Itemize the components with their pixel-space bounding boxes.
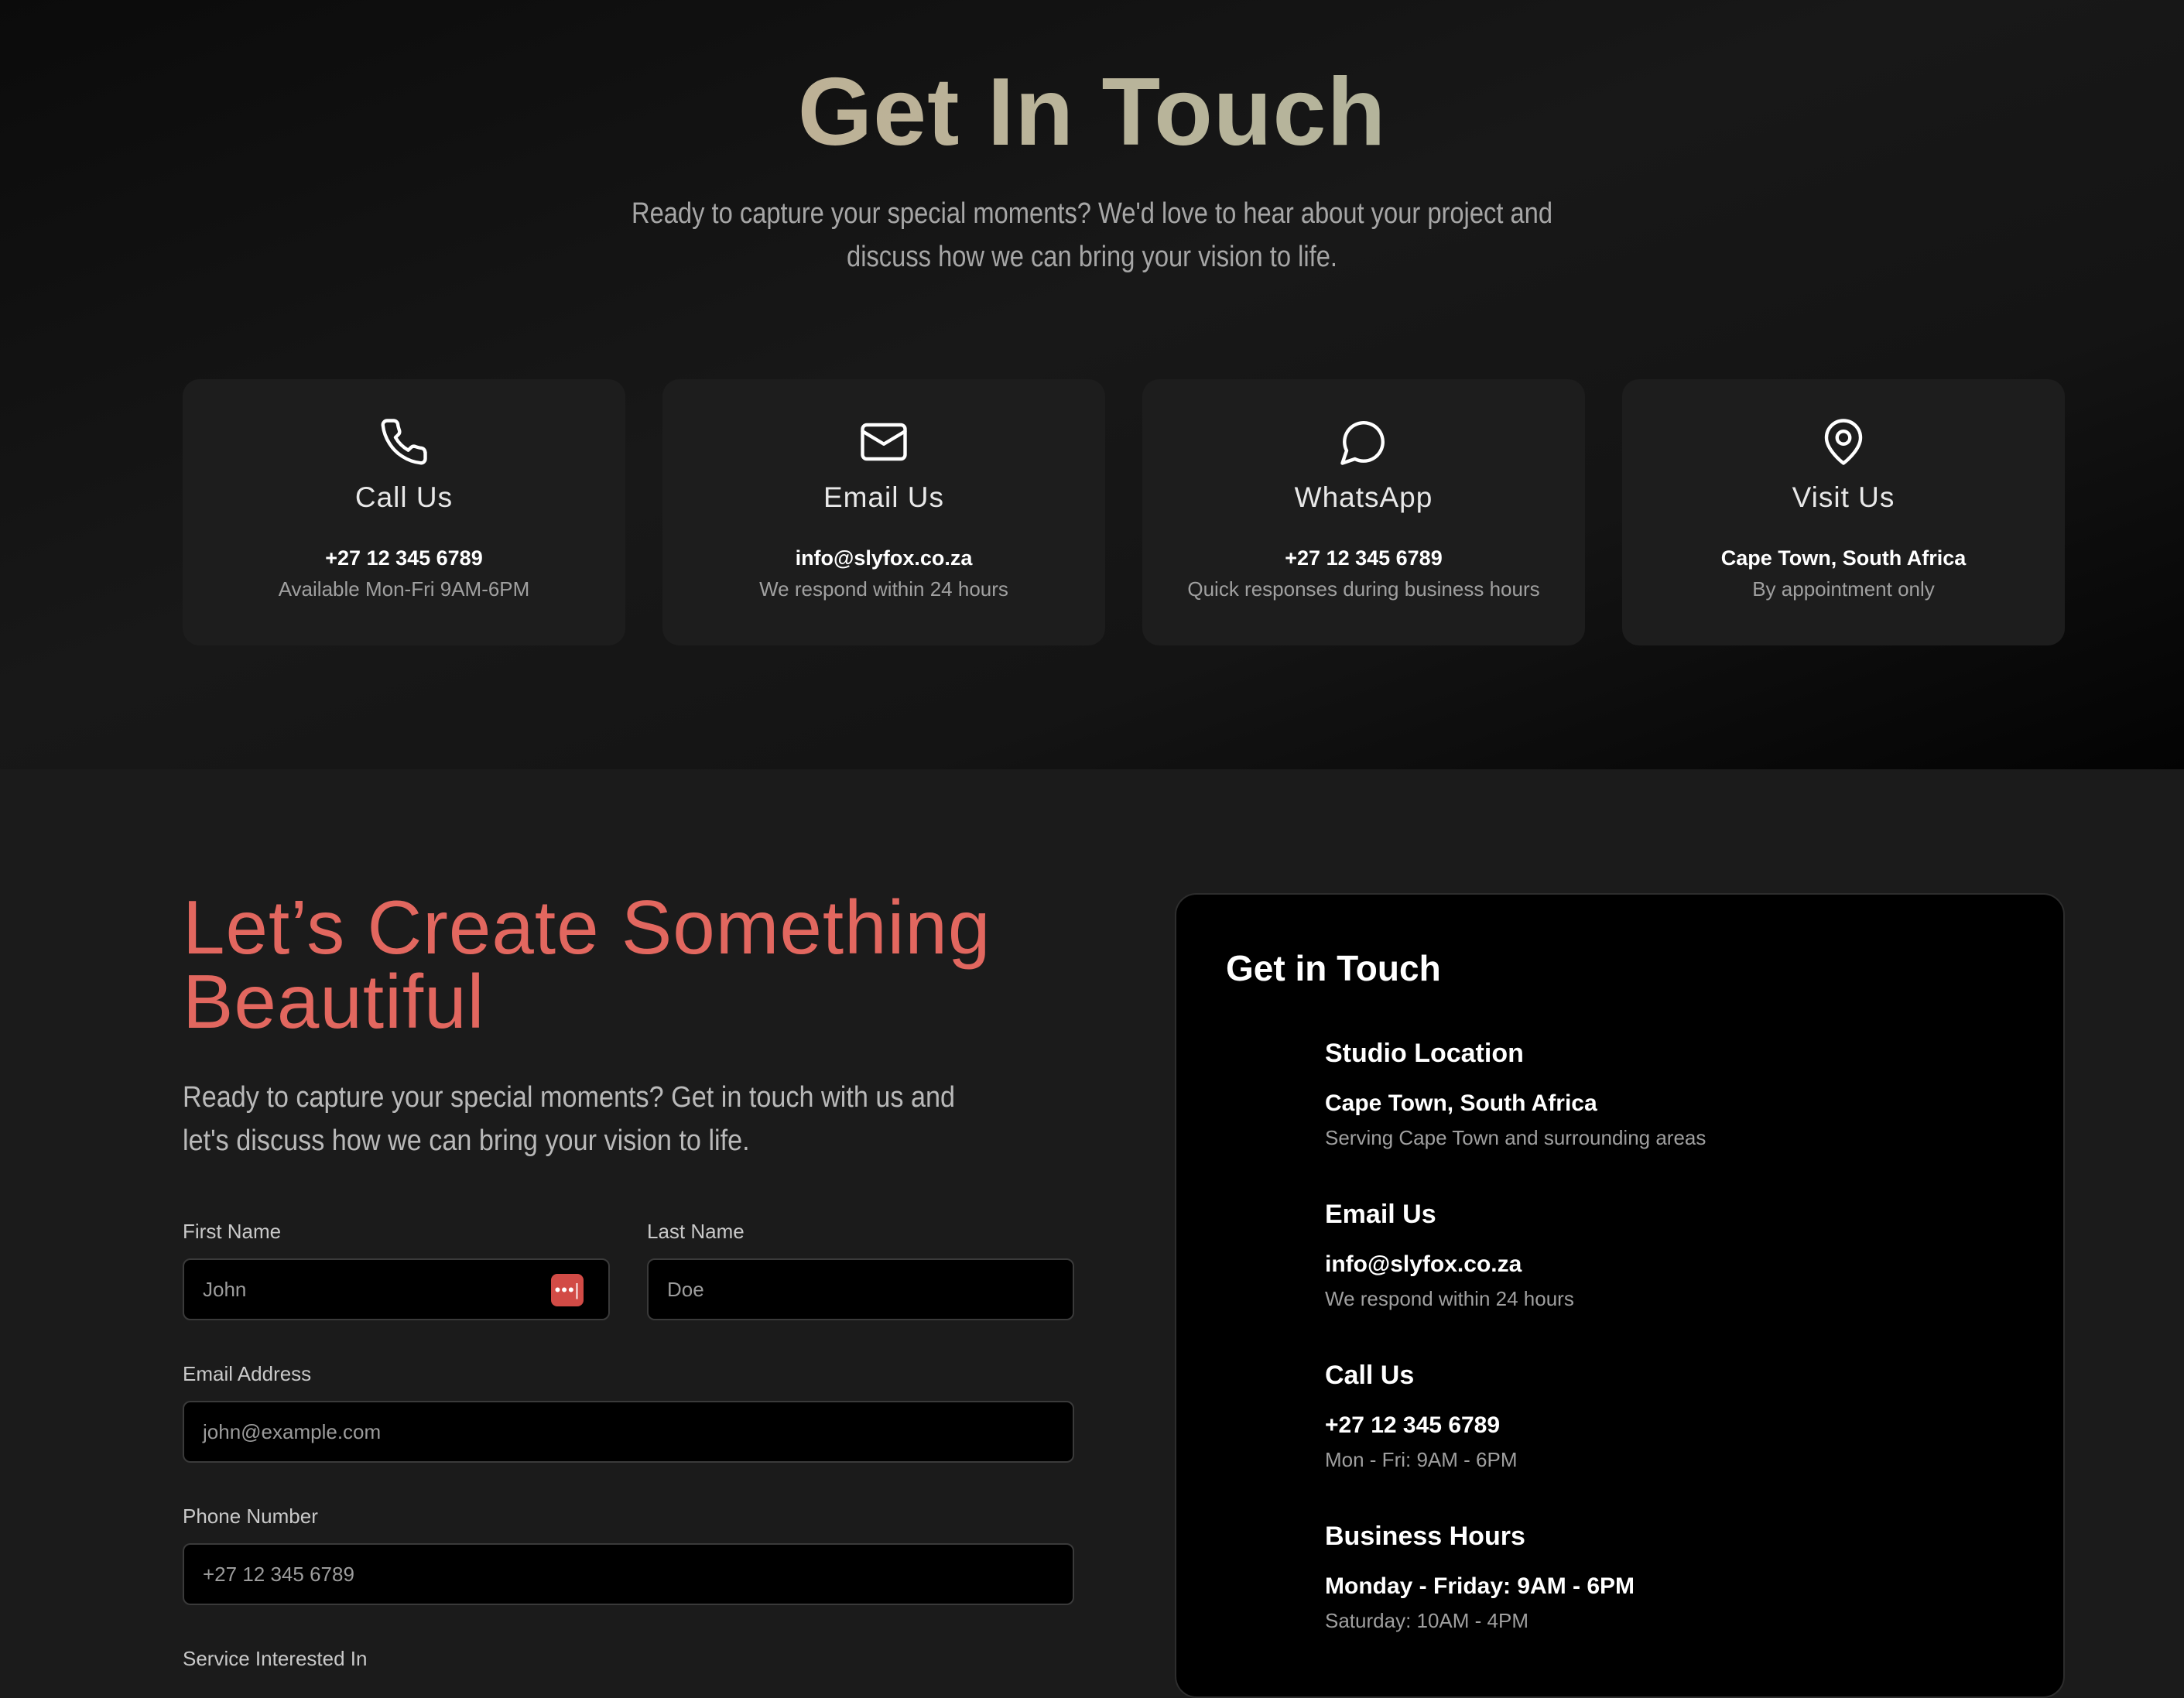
contact-card-visit[interactable]: Visit Us Cape Town, South Africa By appo… <box>1622 379 2065 645</box>
hero-subtitle: Ready to capture your special moments? W… <box>631 197 1553 273</box>
contact-cards: Call Us +27 12 345 6789 Available Mon-Fr… <box>183 379 2065 645</box>
chat-bubble-icon <box>1142 416 1585 469</box>
info-note: Serving Cape Town and surrounding areas <box>1325 1126 1706 1149</box>
hero-section: Get In Touch Ready to capture your speci… <box>0 0 2184 769</box>
password-manager-icon[interactable]: •••| <box>551 1274 584 1306</box>
email-label: Email Address <box>183 1362 312 1385</box>
contact-info-panel: Get in Touch Studio Location Cape Town, … <box>1175 893 2065 1698</box>
card-value: Cape Town, South Africa <box>1720 546 1967 570</box>
info-email: Email Us info@slyfox.co.za We respond wi… <box>1325 1200 2021 1311</box>
form-section-title: Let’s Create Something Beautiful <box>183 889 1111 1039</box>
info-heading: Call Us <box>1325 1361 1415 1390</box>
form-section-title-line1: Let’s Create Something <box>183 885 991 970</box>
phone-label: Phone Number <box>183 1505 318 1528</box>
last-name-value: Doe <box>667 1278 704 1301</box>
info-heading: Studio Location <box>1325 1039 1524 1068</box>
info-business-hours: Business Hours Monday - Friday: 9AM - 6P… <box>1325 1522 2021 1633</box>
form-section-title-line2: Beautiful <box>183 959 485 1044</box>
first-name-label: First Name <box>183 1220 282 1243</box>
info-value[interactable]: +27 12 345 6789 <box>1325 1412 2021 1439</box>
first-name-value: John <box>203 1278 247 1301</box>
contact-card-whatsapp[interactable]: WhatsApp +27 12 345 6789 Quick responses… <box>1142 379 1585 645</box>
info-note: Mon - Fri: 9AM - 6PM <box>1325 1448 1518 1471</box>
card-value[interactable]: info@slyfox.co.za <box>662 546 1105 570</box>
card-note: Available Mon-Fri 9AM-6PM <box>278 577 530 601</box>
info-heading: Email Us <box>1325 1200 1436 1229</box>
info-heading: Business Hours <box>1325 1522 1525 1551</box>
card-note: We respond within 24 hours <box>759 577 1008 601</box>
service-label: Service Interested In <box>183 1647 368 1670</box>
first-name-field[interactable]: John •••| <box>183 1258 610 1320</box>
hero-title: Get In Touch <box>0 54 2184 170</box>
contact-card-call[interactable]: Call Us +27 12 345 6789 Available Mon-Fr… <box>183 379 625 645</box>
info-value[interactable]: info@slyfox.co.za <box>1325 1251 2021 1278</box>
last-name-label: Last Name <box>647 1220 745 1243</box>
mail-icon <box>662 416 1105 469</box>
card-value[interactable]: +27 12 345 6789 <box>183 546 625 570</box>
card-title: WhatsApp <box>1294 481 1433 513</box>
last-name-field[interactable]: Doe <box>647 1258 1074 1320</box>
card-note: Quick responses during business hours <box>1187 577 1540 601</box>
phone-icon <box>183 416 625 469</box>
map-pin-icon <box>1622 416 2065 469</box>
card-title: Visit Us <box>1792 481 1895 513</box>
info-call: Call Us +27 12 345 6789 Mon - Fri: 9AM -… <box>1325 1361 2021 1472</box>
form-section-subtitle: Ready to capture your special moments? G… <box>183 1081 956 1157</box>
info-note: We respond within 24 hours <box>1325 1287 1574 1310</box>
phone-value: +27 12 345 6789 <box>203 1563 354 1586</box>
info-value: Cape Town, South Africa <box>1325 1090 1597 1116</box>
card-value[interactable]: +27 12 345 6789 <box>1142 546 1585 570</box>
contact-card-email[interactable]: Email Us info@slyfox.co.za We respond wi… <box>662 379 1105 645</box>
info-value: Monday - Friday: 9AM - 6PM <box>1325 1573 1635 1599</box>
panel-title: Get in Touch <box>1226 948 1441 988</box>
email-field[interactable]: john@example.com <box>183 1401 1074 1463</box>
card-note: By appointment only <box>1752 577 1935 601</box>
email-value: john@example.com <box>203 1420 382 1443</box>
info-studio-location: Studio Location Cape Town, South Africa … <box>1325 1039 2021 1150</box>
info-note: Saturday: 10AM - 4PM <box>1325 1609 1528 1632</box>
phone-field[interactable]: +27 12 345 6789 <box>183 1543 1074 1605</box>
card-title: Call Us <box>354 481 454 513</box>
card-title: Email Us <box>823 481 945 513</box>
